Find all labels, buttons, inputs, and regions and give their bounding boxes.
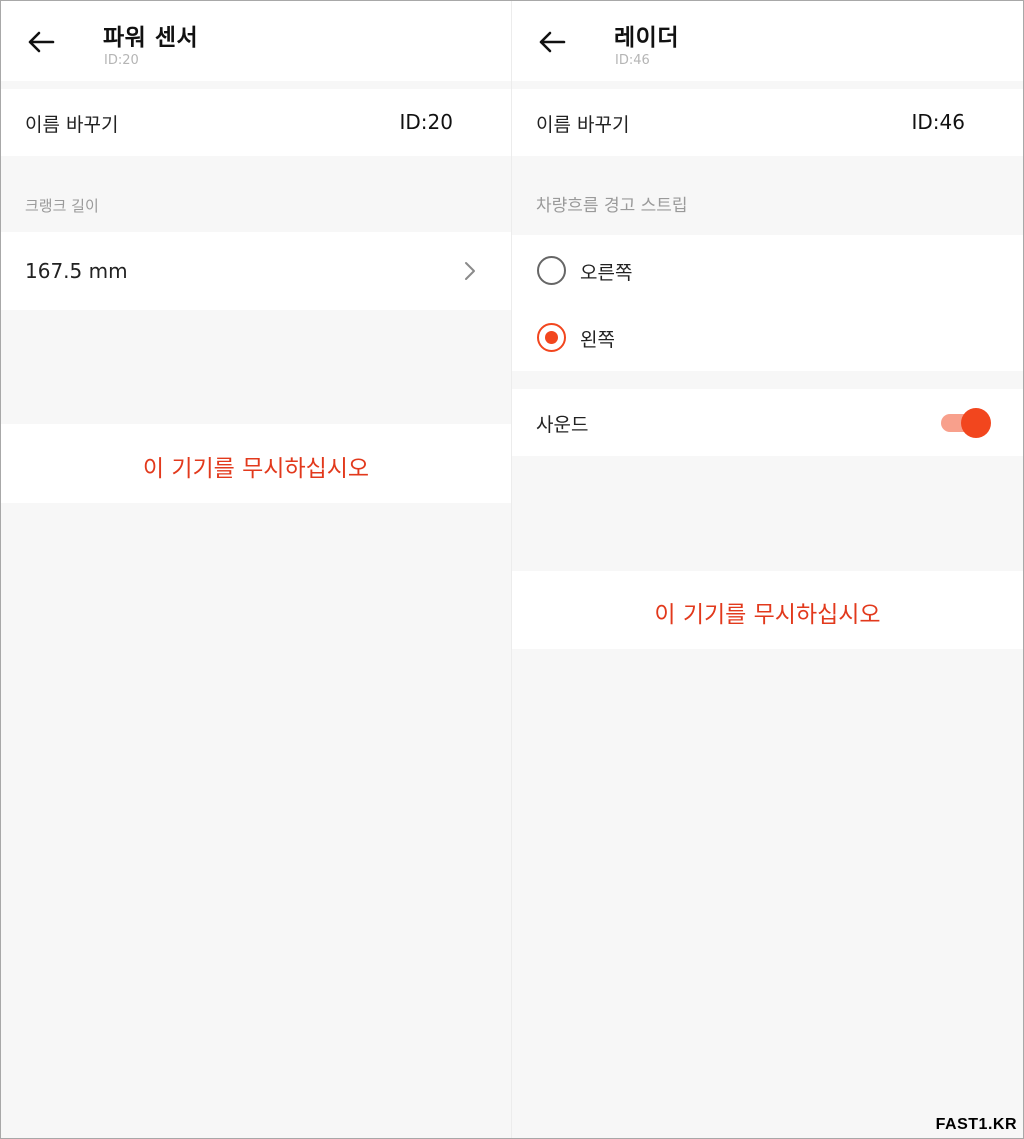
ignore-device-button[interactable]: 이 기기를 무시하십시오 [512,571,1023,649]
rename-row[interactable]: 이름 바꾸기 ID:46 [512,89,1023,156]
app-bar: 파워 센서 ID:20 [1,1,511,81]
rename-label: 이름 바꾸기 [25,114,119,136]
crank-length-caption: 크랭크 길이 [25,197,99,215]
traffic-strip-caption: 차량흐름 경고 스트립 [536,196,688,216]
page-title: 레이더 [614,25,679,51]
crank-length-value: 167.5 mm [25,259,128,283]
crank-length-row[interactable]: 167.5 mm [1,232,511,310]
page-subtitle: ID:46 [615,53,650,68]
chevron-right-icon [465,262,475,280]
ignore-device-button[interactable]: 이 기기를 무시하십시오 [1,424,511,503]
watermark: FAST1.KR [935,1116,1017,1133]
sound-label: 사운드 [536,414,589,436]
sound-toggle[interactable] [941,408,991,438]
toggle-thumb [961,408,991,438]
rename-label: 이름 바꾸기 [536,114,630,136]
page-subtitle: ID:20 [104,53,139,68]
sound-row: 사운드 [512,389,1023,456]
radio-left[interactable] [537,323,566,352]
screenshot-frame: 파워 센서 ID:20 이름 바꾸기 ID:20 크랭크 길이 167.5 mm… [0,0,1024,1139]
rename-value: ID:46 [911,110,966,134]
strip-side-options: 오른쪽 왼쪽 [512,235,1023,371]
rename-row[interactable]: 이름 바꾸기 ID:20 [1,89,511,156]
ignore-device-label: 이 기기를 무시하십시오 [654,602,881,628]
radar-panel: 레이더 ID:46 이름 바꾸기 ID:46 차량흐름 경고 스트립 오른쪽 왼… [512,1,1023,1138]
back-arrow-icon[interactable] [23,25,59,59]
power-sensor-panel: 파워 센서 ID:20 이름 바꾸기 ID:20 크랭크 길이 167.5 mm… [1,1,512,1138]
back-arrow-icon[interactable] [534,25,570,59]
radio-right[interactable] [537,256,566,285]
ignore-device-label: 이 기기를 무시하십시오 [142,456,370,482]
app-bar: 레이더 ID:46 [512,1,1023,81]
page-title: 파워 센서 [103,25,199,51]
option-right-label: 오른쪽 [580,262,633,284]
option-left-label: 왼쪽 [580,329,615,351]
rename-value: ID:20 [399,110,454,134]
